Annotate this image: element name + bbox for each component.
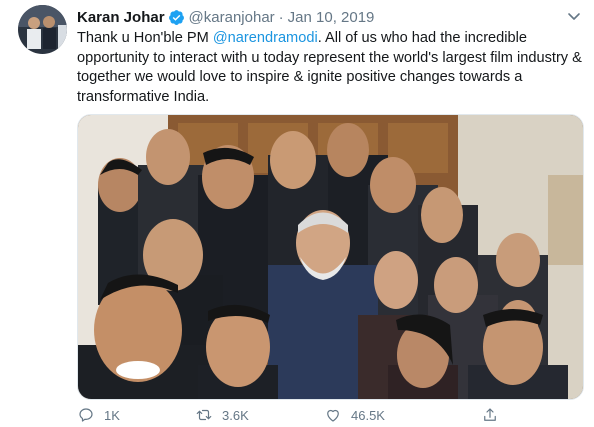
share-icon [484,408,496,421]
tweet-header: Karan Johar @karanjohar · Jan 10, 2019 [77,7,374,27]
retweet-button[interactable]: 3.6K [195,406,249,424]
retweet-icon [196,409,212,421]
chevron-down-icon[interactable] [566,8,582,24]
heart-icon [327,409,339,422]
author-handle[interactable]: @karanjohar [189,9,275,26]
author-avatar[interactable] [18,5,67,54]
tweet-text-before: Thank u Hon'ble PM [77,30,213,46]
tweet-text: Thank u Hon'ble PM @narendramodi. All of… [77,29,582,107]
mention-link[interactable]: @narendramodi [213,30,318,46]
reply-icon [79,408,93,422]
retweet-count: 3.6K [222,407,249,423]
tweet-card[interactable]: Karan Johar @karanjohar · Jan 10, 2019 T… [0,0,594,427]
reply-button[interactable]: 1K [77,406,120,424]
verified-badge-icon [168,9,185,26]
tweet-date[interactable]: Jan 10, 2019 [288,9,375,26]
like-button[interactable]: 46.5K [324,406,385,424]
tweet-actions: 1K 3.6K 46.5K [77,406,557,426]
share-button[interactable] [481,406,499,424]
tweet-photo[interactable] [77,114,584,400]
reply-count: 1K [104,407,120,423]
separator-dot: · [278,8,284,26]
like-count: 46.5K [351,407,385,423]
author-name[interactable]: Karan Johar [77,9,165,26]
